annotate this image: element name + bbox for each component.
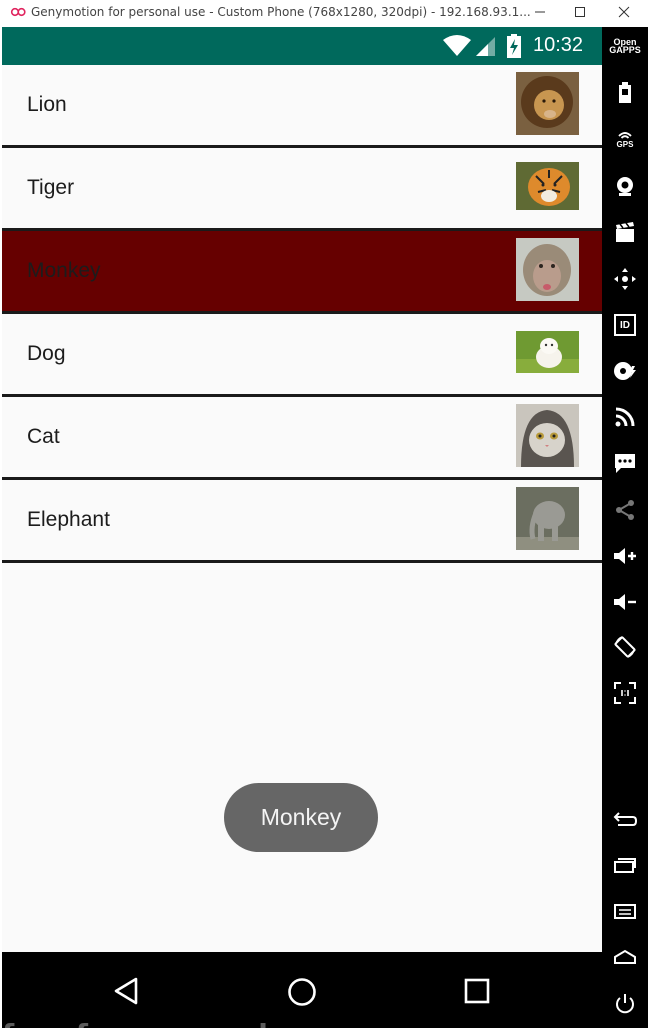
home-icon[interactable] [287, 977, 317, 1007]
list-item-label: Dog [27, 342, 66, 365]
sms-icon [615, 454, 635, 473]
recent-apps-icon [614, 858, 636, 873]
dpad-icon [614, 268, 636, 290]
list-item-monkey[interactable]: Monkey [2, 231, 602, 314]
video-capture-icon [616, 222, 634, 242]
genymotion-logo-icon [10, 7, 26, 17]
tiger-photo [516, 162, 579, 210]
lion-photo [516, 72, 579, 135]
battery-icon [619, 82, 631, 103]
list-item-label: Cat [27, 425, 60, 448]
rotate-button[interactable] [609, 631, 641, 663]
pixel-perfect-button[interactable] [609, 677, 641, 709]
share-button[interactable] [609, 494, 641, 526]
sidebar-home-button[interactable] [609, 941, 641, 973]
close-button[interactable] [602, 1, 646, 23]
close-icon [618, 6, 630, 18]
maximize-button[interactable] [558, 1, 602, 23]
back-icon[interactable] [113, 977, 139, 1005]
video-capture-button[interactable] [609, 216, 641, 248]
list-item-label: Tiger [27, 176, 75, 199]
minimize-icon [535, 11, 545, 13]
device-screen: 10:32 Lion Tiger Monkey Dog Cat Elephant… [2, 27, 602, 1028]
rotate-icon [614, 636, 636, 658]
identifiers-button[interactable]: ID [609, 309, 641, 341]
window-title-bar: Genymotion for personal use - Custom Pho… [0, 0, 648, 26]
elephant-photo [516, 487, 579, 550]
toast-message: Monkey [224, 783, 378, 852]
disk-io-icon [614, 362, 636, 380]
genymotion-sidebar: Open GAPPS GPS ID [602, 27, 648, 1028]
sms-button[interactable] [609, 447, 641, 479]
volume-up-button[interactable] [609, 540, 641, 572]
share-icon [616, 500, 634, 520]
dog-photo [516, 331, 579, 373]
gps-label: GPS [616, 140, 634, 149]
open-gapps-icon: Open GAPPS [609, 37, 641, 55]
home-icon [614, 949, 636, 964]
list-item-lion[interactable]: Lion [2, 65, 602, 148]
list-item-label: Elephant [27, 508, 110, 531]
list-item-elephant[interactable]: Elephant [2, 480, 602, 563]
gps-button[interactable]: GPS [609, 124, 641, 156]
network-icon [615, 407, 635, 427]
signal-icon [476, 37, 495, 56]
list-item-dog[interactable]: Dog [2, 314, 602, 397]
wifi-icon [443, 35, 471, 56]
window-title: Genymotion for personal use - Custom Pho… [31, 5, 531, 19]
open-gapps-button[interactable]: Open GAPPS [609, 30, 641, 62]
list-item-label: Monkey [27, 259, 101, 282]
power-icon [616, 994, 634, 1014]
menu-button[interactable] [609, 895, 641, 927]
webcam-button[interactable] [609, 170, 641, 202]
identifiers-icon: ID [614, 314, 636, 336]
status-bar: 10:32 [2, 27, 602, 65]
volume-up-icon [614, 548, 636, 564]
toast-text: Monkey [260, 804, 342, 830]
power-button[interactable] [609, 988, 641, 1020]
status-clock: 10:32 [533, 34, 584, 56]
battery-charging-icon [507, 34, 521, 58]
webcam-icon [617, 177, 633, 196]
list-item-tiger[interactable]: Tiger [2, 148, 602, 231]
navigation-bar [2, 952, 602, 1028]
identifiers-label: ID [620, 319, 630, 331]
watermark: free for personal use [2, 1018, 333, 1028]
network-button[interactable] [609, 401, 641, 433]
volume-down-icon [614, 594, 636, 610]
battery-button[interactable] [609, 77, 641, 109]
cat-photo [516, 404, 579, 467]
pixel-perfect-icon [614, 682, 636, 704]
volume-down-button[interactable] [609, 586, 641, 618]
list-item-cat[interactable]: Cat [2, 397, 602, 480]
recents-icon[interactable] [464, 978, 490, 1004]
recent-apps-button[interactable] [609, 849, 641, 881]
sidebar-back-button[interactable] [609, 803, 641, 835]
minimize-button[interactable] [518, 1, 562, 23]
disk-io-button[interactable] [609, 355, 641, 387]
maximize-icon [575, 7, 585, 17]
gps-icon [618, 132, 632, 139]
list-item-label: Lion [27, 93, 67, 116]
monkey-photo [516, 238, 579, 301]
menu-icon [614, 904, 636, 919]
dpad-button[interactable] [609, 263, 641, 295]
back-icon [613, 812, 637, 826]
